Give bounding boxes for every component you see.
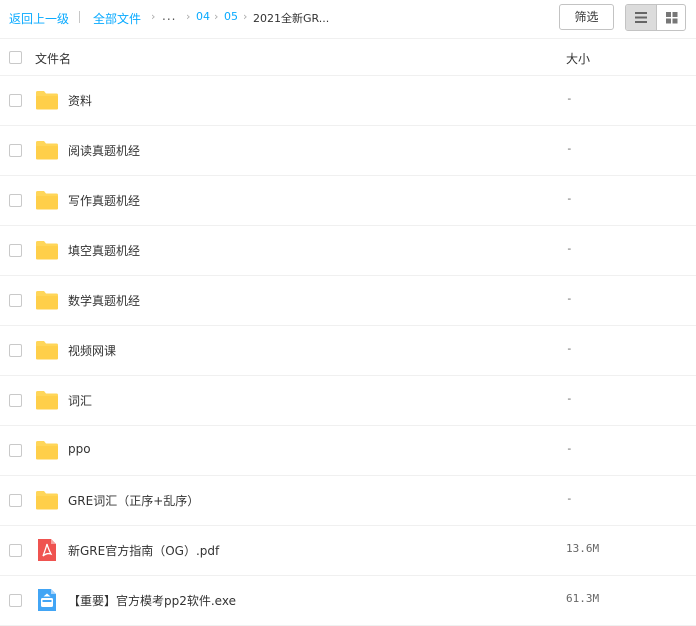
file-size: - <box>566 92 573 105</box>
file-name[interactable]: 视频网课 <box>68 342 116 359</box>
grid-view-icon <box>666 12 678 24</box>
chevron-right-icon: › <box>186 10 191 23</box>
table-row[interactable]: 阅读真题机经 - <box>0 126 696 176</box>
folder-icon <box>35 388 59 412</box>
file-size: 13.6M <box>566 542 600 555</box>
list-view-icon <box>635 12 647 23</box>
table-row[interactable]: 视频网课 - <box>0 326 696 376</box>
table-row[interactable]: 填空真题机经 - <box>0 226 696 276</box>
row-checkbox[interactable] <box>9 194 22 207</box>
row-checkbox[interactable] <box>9 594 22 607</box>
breadcrumb-ellipsis[interactable]: ... <box>162 9 176 23</box>
list-view-button[interactable] <box>626 5 656 30</box>
table-row[interactable]: 新GRE官方指南（OG）.pdf 13.6M <box>0 526 696 576</box>
file-size: - <box>566 242 573 255</box>
file-name[interactable]: 资料 <box>68 92 92 109</box>
folder-icon <box>35 188 59 212</box>
table-row[interactable]: ppo - <box>0 426 696 476</box>
table-row[interactable]: 数学真题机经 - <box>0 276 696 326</box>
breadcrumb-divider <box>79 11 80 23</box>
file-name[interactable]: 填空真题机经 <box>68 242 140 259</box>
file-name[interactable]: 写作真题机经 <box>68 192 140 209</box>
column-header-size[interactable]: 大小 <box>566 50 590 67</box>
column-header-name[interactable]: 文件名 <box>35 50 71 67</box>
file-name[interactable]: 新GRE官方指南（OG）.pdf <box>68 542 219 559</box>
row-checkbox[interactable] <box>9 144 22 157</box>
toolbar: 返回上一级 全部文件 › ... › 04 › 05 › 2021全新GR...… <box>0 0 696 38</box>
select-all-checkbox[interactable] <box>9 51 22 64</box>
pdf-icon <box>35 538 59 562</box>
table-row[interactable]: 资料 - <box>0 76 696 126</box>
file-name[interactable]: 数学真题机经 <box>68 292 140 309</box>
file-size: - <box>566 192 573 205</box>
file-name[interactable]: 词汇 <box>68 392 92 409</box>
file-name[interactable]: GRE词汇（正序+乱序） <box>68 492 199 509</box>
file-size: - <box>566 442 573 455</box>
row-checkbox[interactable] <box>9 244 22 257</box>
back-link[interactable]: 返回上一级 <box>9 10 69 27</box>
filter-button[interactable]: 筛选 <box>559 4 614 30</box>
row-checkbox[interactable] <box>9 394 22 407</box>
row-checkbox[interactable] <box>9 344 22 357</box>
file-size: - <box>566 492 573 505</box>
row-checkbox[interactable] <box>9 494 22 507</box>
table-row[interactable]: 【重要】官方模考pp2软件.exe 61.3M <box>0 576 696 626</box>
row-checkbox[interactable] <box>9 294 22 307</box>
breadcrumb-current: 2021全新GR... <box>253 12 330 25</box>
breadcrumb-all-files[interactable]: 全部文件 <box>93 10 141 27</box>
chevron-right-icon: › <box>243 10 248 23</box>
breadcrumb-04[interactable]: 04 <box>196 10 210 23</box>
file-name[interactable]: 【重要】官方模考pp2软件.exe <box>68 592 236 609</box>
folder-icon <box>35 88 59 112</box>
view-toggle <box>625 4 686 31</box>
folder-icon <box>35 138 59 162</box>
file-size: - <box>566 142 573 155</box>
row-checkbox[interactable] <box>9 444 22 457</box>
breadcrumb-05[interactable]: 05 <box>224 10 238 23</box>
chevron-right-icon: › <box>214 10 219 23</box>
folder-icon <box>35 438 59 462</box>
folder-icon <box>35 288 59 312</box>
exe-icon <box>35 588 59 612</box>
file-name[interactable]: ppo <box>68 442 91 456</box>
chevron-right-icon: › <box>151 10 156 23</box>
file-size: - <box>566 292 573 305</box>
row-checkbox[interactable] <box>9 544 22 557</box>
table-row[interactable]: 词汇 - <box>0 376 696 426</box>
table-row[interactable]: 写作真题机经 - <box>0 176 696 226</box>
file-size: 61.3M <box>566 592 600 605</box>
table-header: 文件名 大小 <box>0 38 696 76</box>
folder-icon <box>35 338 59 362</box>
file-name[interactable]: 阅读真题机经 <box>68 142 140 159</box>
grid-view-button[interactable] <box>656 5 685 30</box>
file-size: - <box>566 392 573 405</box>
folder-icon <box>35 488 59 512</box>
folder-icon <box>35 238 59 262</box>
file-size: - <box>566 342 573 355</box>
table-row[interactable]: GRE词汇（正序+乱序） - <box>0 476 696 526</box>
row-checkbox[interactable] <box>9 94 22 107</box>
